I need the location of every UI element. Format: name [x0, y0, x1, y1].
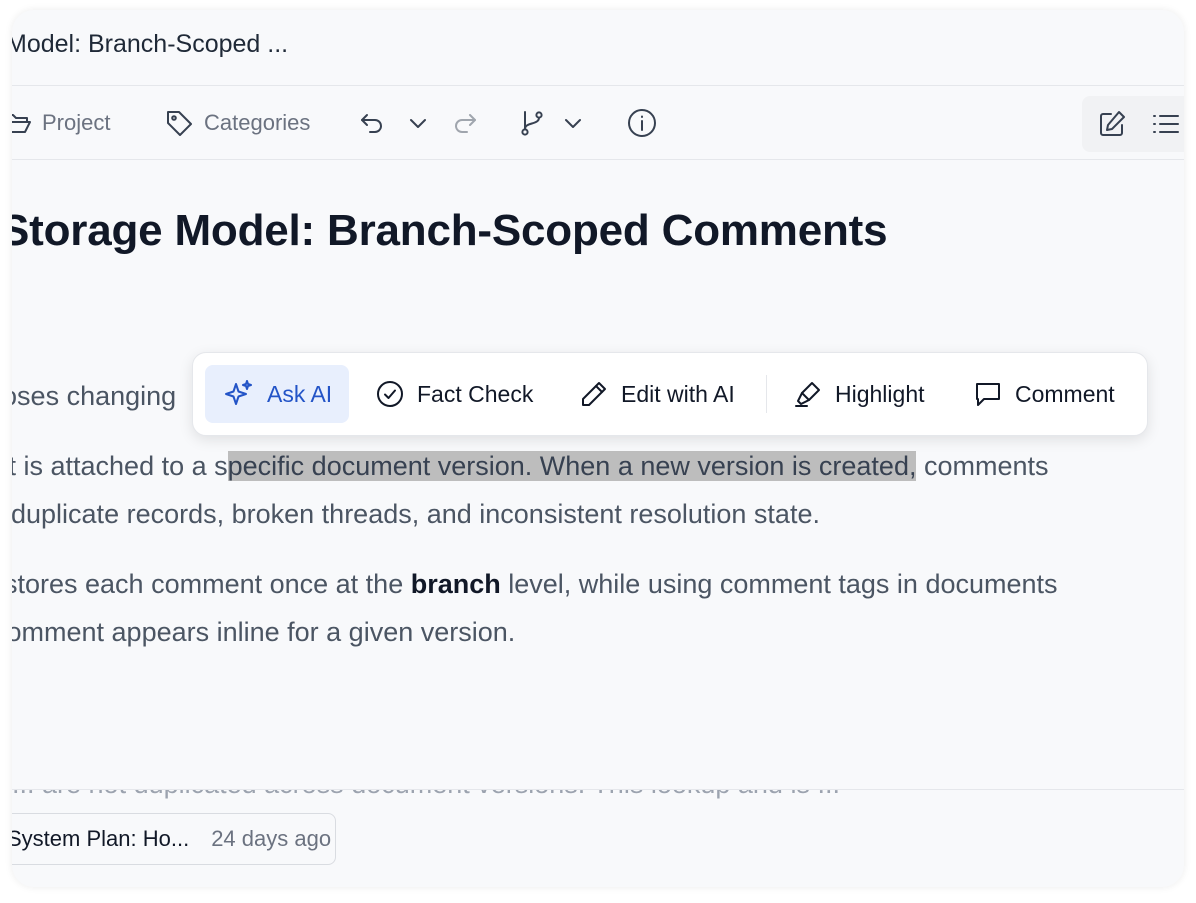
- paragraph-line: proposes changing: [12, 381, 176, 412]
- paragraph-line: comment appears inline for a given versi…: [12, 617, 515, 648]
- heading-text: Storage Model: Branch-Scoped Comments: [12, 206, 888, 255]
- project-label: Project: [42, 110, 111, 135]
- project-button[interactable]: Project: [12, 106, 110, 140]
- categories-button[interactable]: Categories: [164, 106, 310, 140]
- document-heading: Storage Model: Branch-Scoped Comments: [12, 206, 888, 256]
- app-window: Model: Branch-Scoped ... Project Categor…: [12, 10, 1184, 887]
- chevron-down-icon: [565, 119, 581, 128]
- version-chip[interactable]: System Plan: Ho... 24 days ago: [12, 813, 336, 865]
- bold-text: branch: [410, 569, 501, 599]
- branch-button[interactable]: [517, 106, 547, 140]
- paragraph-text: comments: [916, 451, 1049, 481]
- list-icon: [1153, 115, 1179, 133]
- info-icon: [628, 109, 656, 137]
- undo-icon: [361, 114, 382, 133]
- info-button[interactable]: [626, 106, 658, 140]
- edit-with-ai-button[interactable]: Edit with AI: [579, 365, 735, 423]
- comment-button[interactable]: Comment: [973, 365, 1115, 423]
- tag-icon: [167, 111, 192, 136]
- fact-check-label: Fact Check: [417, 380, 534, 407]
- paragraph-text: It is attached to a s: [12, 451, 228, 481]
- comment-icon: [976, 383, 1000, 406]
- categories-label: Categories: [204, 110, 311, 135]
- check-circle-icon: [377, 381, 403, 407]
- edit-with-ai-label: Edit with AI: [621, 380, 735, 407]
- ask-ai-button[interactable]: Ask AI: [205, 365, 349, 423]
- highlighter-icon: [795, 382, 820, 407]
- edit-mode-button[interactable]: [1096, 107, 1128, 141]
- folder-icon: [12, 114, 31, 133]
- outline-button[interactable]: [1150, 107, 1182, 141]
- sparkles-icon: [225, 380, 252, 405]
- redo-icon: [455, 114, 476, 133]
- ask-ai-label: Ask AI: [267, 380, 333, 407]
- pencil-icon: [582, 382, 606, 406]
- edit-square-icon: [1100, 111, 1125, 136]
- paragraph-text: duplicate records, broken threads, and i…: [12, 499, 820, 529]
- comment-label: Comment: [1015, 380, 1115, 407]
- toolbar: Project Categories: [12, 86, 1184, 160]
- highlight-label: Highlight: [835, 380, 925, 407]
- paragraph-text: stores each comment once at the: [12, 569, 411, 599]
- git-branch-icon: [521, 111, 543, 136]
- paragraph-text: proposes changing: [12, 381, 177, 411]
- redo-button[interactable]: [451, 106, 479, 140]
- paragraph-line: duplicate records, broken threads, and i…: [12, 499, 820, 530]
- version-age: 24 days ago: [211, 826, 332, 851]
- paragraph-text: level, while using comment tags in docum…: [500, 569, 1058, 599]
- chevron-down-icon: [410, 119, 426, 128]
- branch-dropdown[interactable]: [560, 106, 586, 140]
- paragraph-text: comment appears inline for a given versi…: [12, 617, 516, 647]
- selected-text[interactable]: pecific document version. When a new ver…: [227, 451, 917, 481]
- divider: [12, 789, 1184, 790]
- paragraph-line: It is attached to a specific document ve…: [12, 451, 1049, 482]
- view-mode-group: [1082, 96, 1184, 152]
- cut-off-text-line: ... are not duplicated across document v…: [12, 789, 1184, 803]
- selection-toolbar: Ask AI Fact Check Edit with AI Highlight…: [192, 352, 1148, 436]
- document-title: Model: Branch-Scoped ...: [12, 30, 289, 58]
- toolbar-divider: [766, 375, 767, 413]
- paragraph-line: stores each comment once at the branch l…: [12, 569, 1058, 600]
- cut-off-text: ... are not duplicated across document v…: [12, 789, 840, 800]
- undo-button[interactable]: [358, 106, 386, 140]
- highlight-button[interactable]: Highlight: [793, 365, 925, 423]
- version-name: System Plan: Ho...: [12, 826, 190, 851]
- fact-check-button[interactable]: Fact Check: [375, 365, 533, 423]
- undo-history-dropdown[interactable]: [405, 106, 431, 140]
- title-bar: Model: Branch-Scoped ...: [12, 10, 1184, 86]
